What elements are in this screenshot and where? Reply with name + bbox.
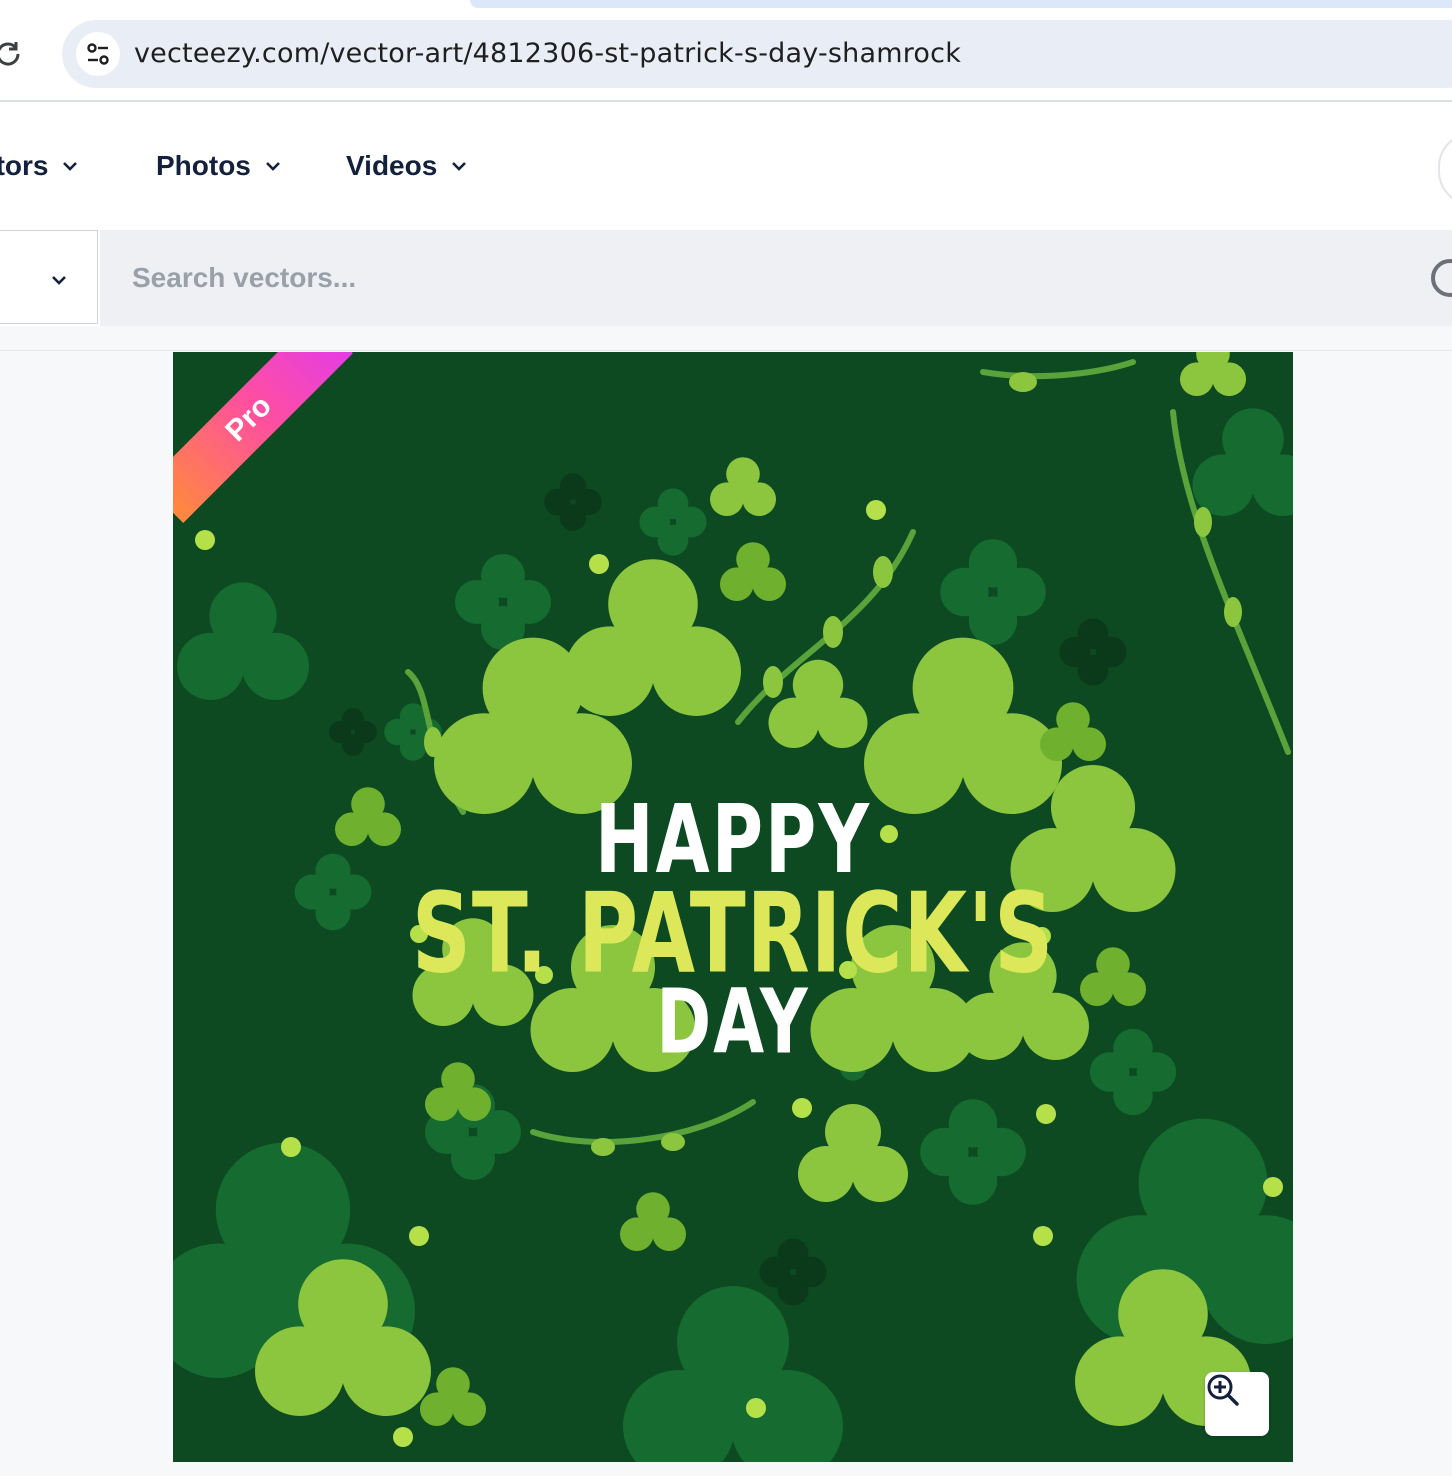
address-bar[interactable]: vecteezy.com/vector-art/4812306-st-patri… [62,20,1452,88]
search-bar [0,230,1452,326]
site-header: ctors Photos Videos [0,102,1452,230]
nav-photos[interactable]: Photos [156,150,281,182]
artwork-title-line3: DAY [656,970,810,1074]
browser-toolbar: vecteezy.com/vector-art/4812306-st-patri… [0,0,1452,100]
site-info-icon[interactable] [76,32,120,76]
artwork-preview[interactable]: HAPPY ST. PATRICK'S DAY Pro [173,352,1293,1462]
zoom-button[interactable] [1205,1372,1269,1436]
nav-videos[interactable]: Videos [346,150,467,182]
content-divider [0,350,1452,351]
search-icon[interactable] [1428,256,1452,304]
search-type-select[interactable] [0,230,98,324]
url-text[interactable]: vecteezy.com/vector-art/4812306-st-patri… [134,38,961,69]
search-input[interactable] [100,230,1452,326]
chevron-down-icon [265,162,280,171]
chevron-down-icon [63,162,78,171]
tab-strip [470,0,1452,8]
nav-vectors[interactable]: ctors [0,150,78,182]
nav-vectors-label: ctors [0,150,49,181]
nav-photos-label: Photos [156,150,251,181]
reload-icon[interactable] [0,38,24,70]
account-button[interactable] [1438,132,1452,206]
chevron-down-icon [452,162,467,171]
chevron-down-icon [52,276,66,285]
zoom-in-icon [1207,1374,1239,1406]
nav-videos-label: Videos [346,150,438,181]
